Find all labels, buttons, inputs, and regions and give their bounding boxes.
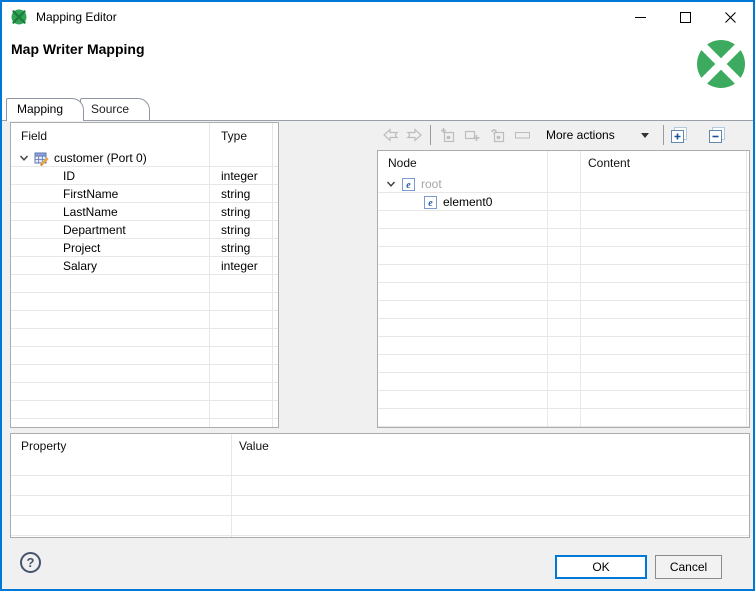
field-row[interactable]: Department string — [11, 221, 278, 239]
field-row[interactable]: LastName string — [11, 203, 278, 221]
node-row-root[interactable]: e root — [378, 175, 749, 193]
column-divider — [580, 151, 581, 427]
node-table-body: e root e element0 — [378, 175, 749, 427]
cancel-button[interactable]: Cancel — [655, 555, 722, 579]
column-header-type: Type — [221, 129, 248, 143]
field-type: string — [221, 223, 251, 237]
minimize-button[interactable] — [618, 2, 663, 32]
dialog-header: Map Writer Mapping — [2, 32, 753, 98]
field-name: Project — [63, 241, 101, 255]
element-icon: e — [424, 195, 437, 209]
mapping-toolbar: More actions — [380, 121, 728, 149]
map-arrow-right-button[interactable] — [404, 124, 424, 146]
column-header-property: Property — [21, 439, 67, 453]
close-button[interactable] — [708, 2, 753, 32]
field-table-header: Field Type — [11, 123, 278, 150]
field-name: LastName — [63, 205, 118, 219]
field-type: integer — [221, 169, 258, 183]
chevron-down-icon[interactable] — [386, 179, 396, 189]
field-table-body: customer (Port 0) ID integer FirstName s… — [11, 149, 278, 427]
add-element-icon — [464, 130, 479, 141]
field-name: Department — [63, 223, 126, 237]
column-divider — [746, 151, 747, 427]
node-label: root — [421, 177, 442, 191]
field-type: string — [221, 241, 251, 255]
svg-text:e: e — [406, 180, 411, 191]
field-row[interactable]: FirstName string — [11, 185, 278, 203]
title-bar: Mapping Editor — [2, 2, 753, 32]
close-icon — [725, 11, 736, 23]
toolbar-separator — [430, 125, 431, 145]
column-divider — [209, 123, 210, 427]
column-divider — [231, 434, 232, 537]
property-table-header: Property Value — [11, 434, 749, 457]
dropdown-arrow-icon — [640, 132, 649, 138]
field-row[interactable]: Salary integer — [11, 257, 278, 275]
maximize-icon — [680, 11, 691, 23]
field-type: string — [221, 205, 251, 219]
tab-source[interactable]: Source — [80, 98, 151, 120]
element-icon: e — [402, 177, 415, 191]
toolbar-separator — [662, 125, 664, 145]
field-name: FirstName — [63, 187, 119, 201]
column-header-content: Content — [588, 156, 631, 170]
field-row-customer[interactable]: customer (Port 0) — [11, 149, 278, 167]
field-row[interactable]: ID integer — [11, 167, 278, 185]
chevron-down-icon[interactable] — [19, 153, 29, 163]
node-row-element0[interactable]: e element0 — [378, 193, 749, 211]
column-header-field: Field — [21, 129, 48, 143]
remove-bar-button[interactable] — [512, 124, 532, 146]
minimize-icon — [635, 16, 646, 18]
column-header-node: Node — [388, 156, 417, 170]
node-label: element0 — [443, 195, 493, 209]
property-table-body — [11, 456, 749, 537]
expand-all-button[interactable] — [670, 124, 690, 146]
property-table: Property Value — [10, 433, 750, 538]
collapse-all-button[interactable] — [708, 124, 728, 146]
map-arrow-right-icon — [405, 128, 422, 142]
maximize-button[interactable] — [663, 2, 708, 32]
field-row-label: customer (Port 0) — [54, 151, 147, 165]
more-actions-button[interactable]: More actions — [542, 126, 653, 144]
tab-mapping[interactable]: Mapping — [6, 98, 85, 121]
ok-button[interactable]: OK — [555, 555, 647, 579]
tab-bar: Mapping Source — [2, 98, 753, 121]
map-arrow-left-button[interactable] — [380, 124, 400, 146]
field-name: Salary — [63, 259, 98, 273]
app-clover-icon — [11, 9, 27, 25]
window-title: Mapping Editor — [36, 10, 117, 24]
help-button[interactable]: ? — [20, 552, 41, 573]
mapping-editor-dialog: Mapping Editor Map Writer Mapping Mappin… — [0, 0, 755, 591]
add-wildcard-element-icon — [490, 129, 504, 143]
column-header-value: Value — [239, 439, 269, 453]
dialog-content: Field Type customer (Port 0) ID integer … — [2, 121, 753, 589]
field-row[interactable]: Project string — [11, 239, 278, 257]
collapse-all-icon — [709, 126, 726, 143]
add-element-button[interactable] — [462, 124, 482, 146]
node-table: Node Content e root e element0 — [377, 150, 750, 428]
expand-all-icon — [671, 126, 688, 143]
more-actions-label: More actions — [546, 128, 615, 142]
column-divider — [547, 151, 548, 427]
svg-text:e: e — [428, 198, 433, 209]
field-table: Field Type customer (Port 0) ID integer … — [10, 122, 279, 428]
add-child-element-button[interactable] — [437, 124, 457, 146]
record-edit-icon — [34, 152, 49, 166]
field-type: integer — [221, 259, 258, 273]
add-wildcard-element-button[interactable] — [487, 124, 507, 146]
dialog-title: Map Writer Mapping — [11, 41, 145, 57]
field-type: string — [221, 187, 251, 201]
column-divider — [272, 123, 273, 427]
node-table-header: Node Content — [378, 151, 749, 176]
field-name: ID — [63, 169, 75, 183]
clover-logo-icon — [696, 39, 746, 89]
map-arrow-left-icon — [382, 128, 399, 142]
remove-bar-icon — [514, 131, 530, 139]
add-child-element-icon — [440, 128, 454, 143]
